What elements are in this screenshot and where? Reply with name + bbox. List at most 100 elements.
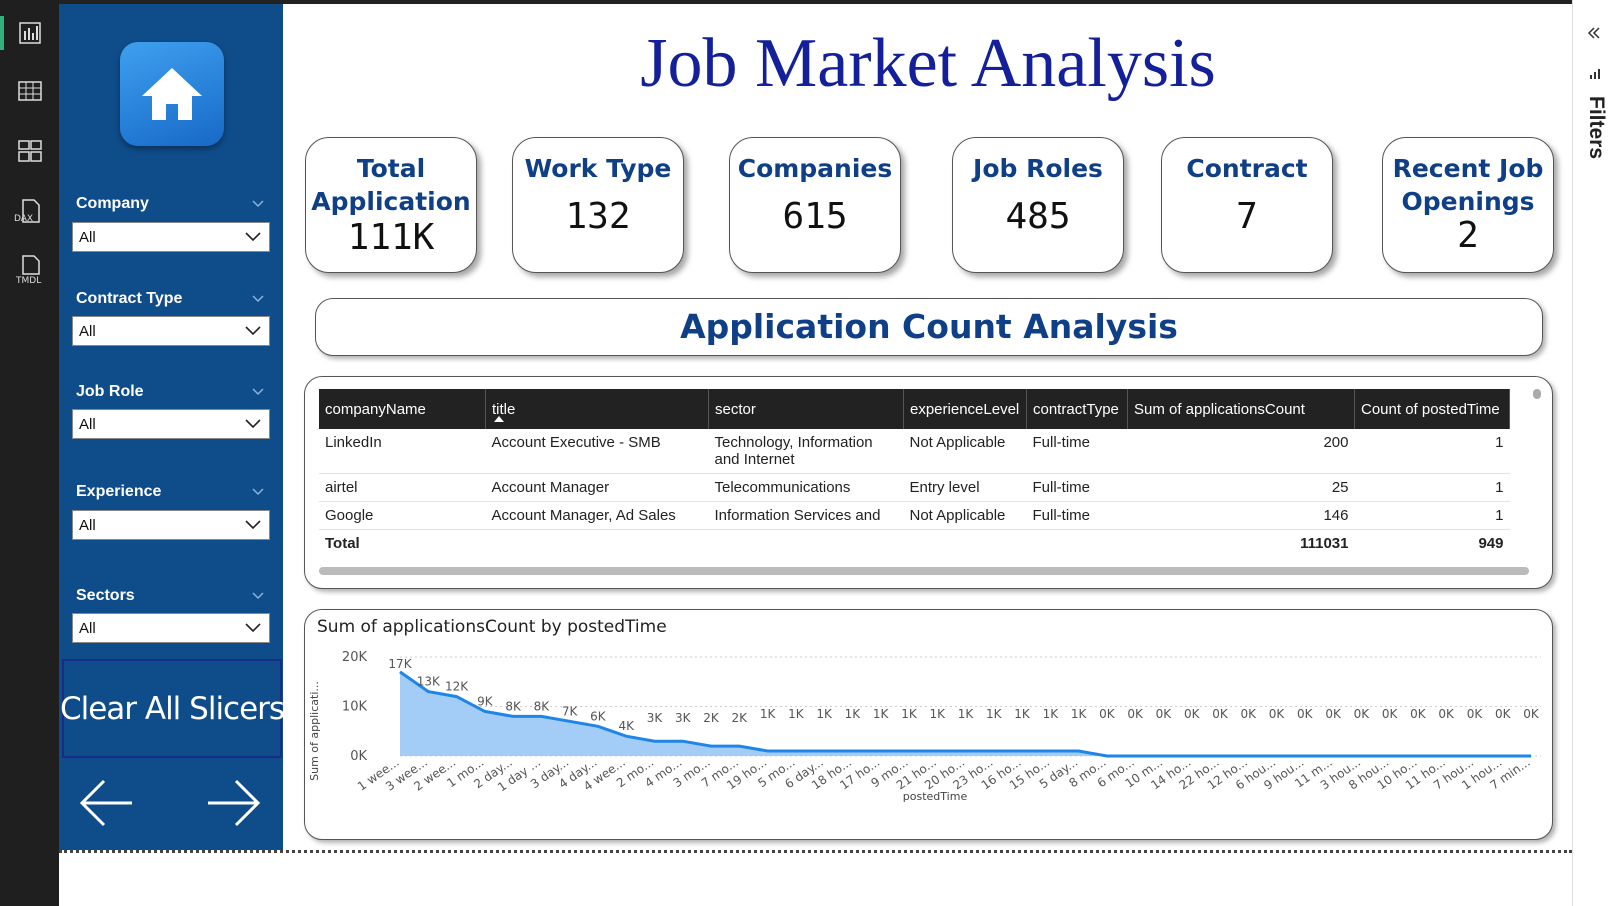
kpi-card-recent-job-openings[interactable]: Recent Job Openings 2 [1382, 137, 1554, 273]
table-view-icon [17, 81, 42, 101]
column-header[interactable]: title [485, 389, 709, 429]
kpi-card-value: 7 [1236, 196, 1258, 237]
job-role-dropdown-value: All [79, 416, 96, 433]
data-label: 3K [647, 711, 664, 725]
table-total-row: Total 111031 949 [319, 530, 1510, 558]
view-rail: DAX TMDL [0, 0, 59, 906]
arrow-right-icon[interactable] [206, 777, 262, 829]
data-label: 8K [534, 699, 551, 713]
table-cell: Entry level [903, 473, 1027, 502]
column-header[interactable]: Sum of applicationsCount [1127, 389, 1355, 429]
data-label: 0K [1438, 707, 1455, 721]
page-title: Job Market Analysis [640, 25, 1216, 102]
area-chart: 0K 10K 20K Sum of applicati... 17K 13K 12K 9K 8K… [308, 650, 1541, 803]
y-axis-label: Sum of applicati... [308, 681, 321, 781]
kpi-card-work-type[interactable]: Work Type 132 [512, 137, 684, 273]
total-sum: 111031 [1300, 535, 1349, 552]
kpi-card-title: Companies [737, 154, 893, 183]
total-label: Total [325, 535, 360, 552]
kpi-card-value: 615 [782, 196, 848, 237]
arrow-left-icon[interactable] [78, 777, 134, 829]
kpi-card-job-roles[interactable]: Job Roles 485 [952, 137, 1124, 273]
sectors-dropdown-value: All [79, 620, 96, 637]
model-view-button[interactable] [0, 124, 59, 178]
data-label: 12K [445, 680, 469, 694]
home-icon [142, 68, 202, 120]
column-header-label: title [492, 400, 516, 418]
company-dropdown[interactable]: All [72, 222, 270, 252]
contract-type-dropdown[interactable]: All [72, 316, 270, 346]
slicer-label-job-role: Job Role [76, 383, 144, 400]
chevron-down-icon[interactable] [252, 292, 264, 304]
data-label: 0K [1156, 707, 1173, 721]
clear-all-slicers-button[interactable]: Clear All Slicers [60, 659, 285, 758]
table-cell: 146 [1127, 501, 1355, 530]
table-cell: 200 [1127, 429, 1355, 474]
kpi-card-title: Work Type [524, 154, 672, 183]
data-label: 0K [1212, 707, 1229, 721]
experience-dropdown[interactable]: All [72, 510, 270, 540]
collapse-pane-icon[interactable] [1587, 26, 1601, 40]
column-header[interactable]: experienceLevel [903, 389, 1027, 429]
filters-label[interactable]: Filters [1578, 96, 1608, 159]
data-label: 1K [958, 707, 975, 721]
data-label: 2K [732, 711, 749, 725]
tmdl-label: TMDL [16, 276, 42, 286]
slicer-label-contract-type: Contract Type [76, 290, 183, 307]
table-cell: Information Services and [708, 501, 904, 530]
table-row[interactable]: LinkedIn Account Executive - SMB Technol… [319, 429, 1510, 474]
data-label: 0K [1099, 707, 1116, 721]
table-cell: 1 [1354, 473, 1510, 502]
model-view-icon [17, 140, 42, 162]
kpi-card-title: Contract [1186, 154, 1308, 183]
job-role-dropdown[interactable]: All [72, 409, 270, 439]
data-label: 0K [1467, 707, 1484, 721]
data-label: 0K [1127, 707, 1144, 721]
chevron-down-icon [245, 623, 261, 633]
data-label: 7K [562, 704, 579, 718]
table-row[interactable]: Google Account Manager, Ad Sales Informa… [319, 501, 1510, 530]
chevron-down-icon[interactable] [252, 485, 264, 497]
table-cell: Account Manager, Ad Sales [485, 501, 709, 530]
tmdl-view-button[interactable]: TMDL [0, 240, 59, 294]
data-label: 1K [986, 707, 1003, 721]
home-button[interactable] [120, 42, 224, 146]
table-cell: 25 [1127, 473, 1355, 502]
sort-ascending-icon [494, 416, 504, 422]
report-view-button[interactable] [0, 6, 59, 60]
kpi-card-value: 132 [565, 196, 631, 237]
dax-label: DAX [14, 214, 34, 224]
chevron-down-icon[interactable] [252, 589, 264, 601]
data-label: 0K [1354, 707, 1371, 721]
data-label: 13K [417, 675, 441, 689]
table-cell: 1 [1354, 429, 1510, 474]
dax-query-button[interactable]: DAX [0, 184, 59, 238]
chevron-down-icon[interactable] [252, 385, 264, 397]
y-tick-label: 10K [342, 700, 368, 715]
kpi-card-value: 485 [1005, 196, 1071, 237]
data-label: 1K [816, 707, 833, 721]
chevron-down-icon [245, 520, 261, 530]
column-header[interactable]: companyName [319, 389, 486, 429]
slicer-label-experience: Experience [76, 483, 162, 500]
table-cell: 1 [1354, 501, 1510, 530]
kpi-card-companies[interactable]: Companies 615 [729, 137, 901, 273]
chevron-down-icon[interactable] [252, 197, 264, 209]
sectors-dropdown[interactable]: All [72, 613, 270, 643]
data-label: 4K [618, 719, 635, 733]
kpi-card-contract[interactable]: Contract 7 [1161, 137, 1333, 273]
kpi-card-total-application[interactable]: Total Application 111K [305, 137, 477, 273]
column-header[interactable]: sector [708, 389, 904, 429]
page-bottom-divider [59, 850, 1572, 853]
table-row[interactable]: airtel Account Manager Telecommunication… [319, 473, 1510, 502]
application-table-card: companyName title sector experienceLevel… [304, 376, 1553, 589]
x-axis-label: postedTime [903, 790, 968, 803]
table-view-button[interactable] [0, 64, 59, 118]
horizontal-scrollbar[interactable] [319, 567, 1529, 575]
data-label: 1K [788, 707, 805, 721]
column-header[interactable]: contractType [1026, 389, 1128, 429]
vertical-scrollbar[interactable] [1533, 389, 1541, 399]
column-header[interactable]: Count of postedTime [1354, 389, 1510, 429]
experience-dropdown-value: All [79, 517, 96, 534]
kpi-card-title: Total Application [311, 154, 471, 216]
